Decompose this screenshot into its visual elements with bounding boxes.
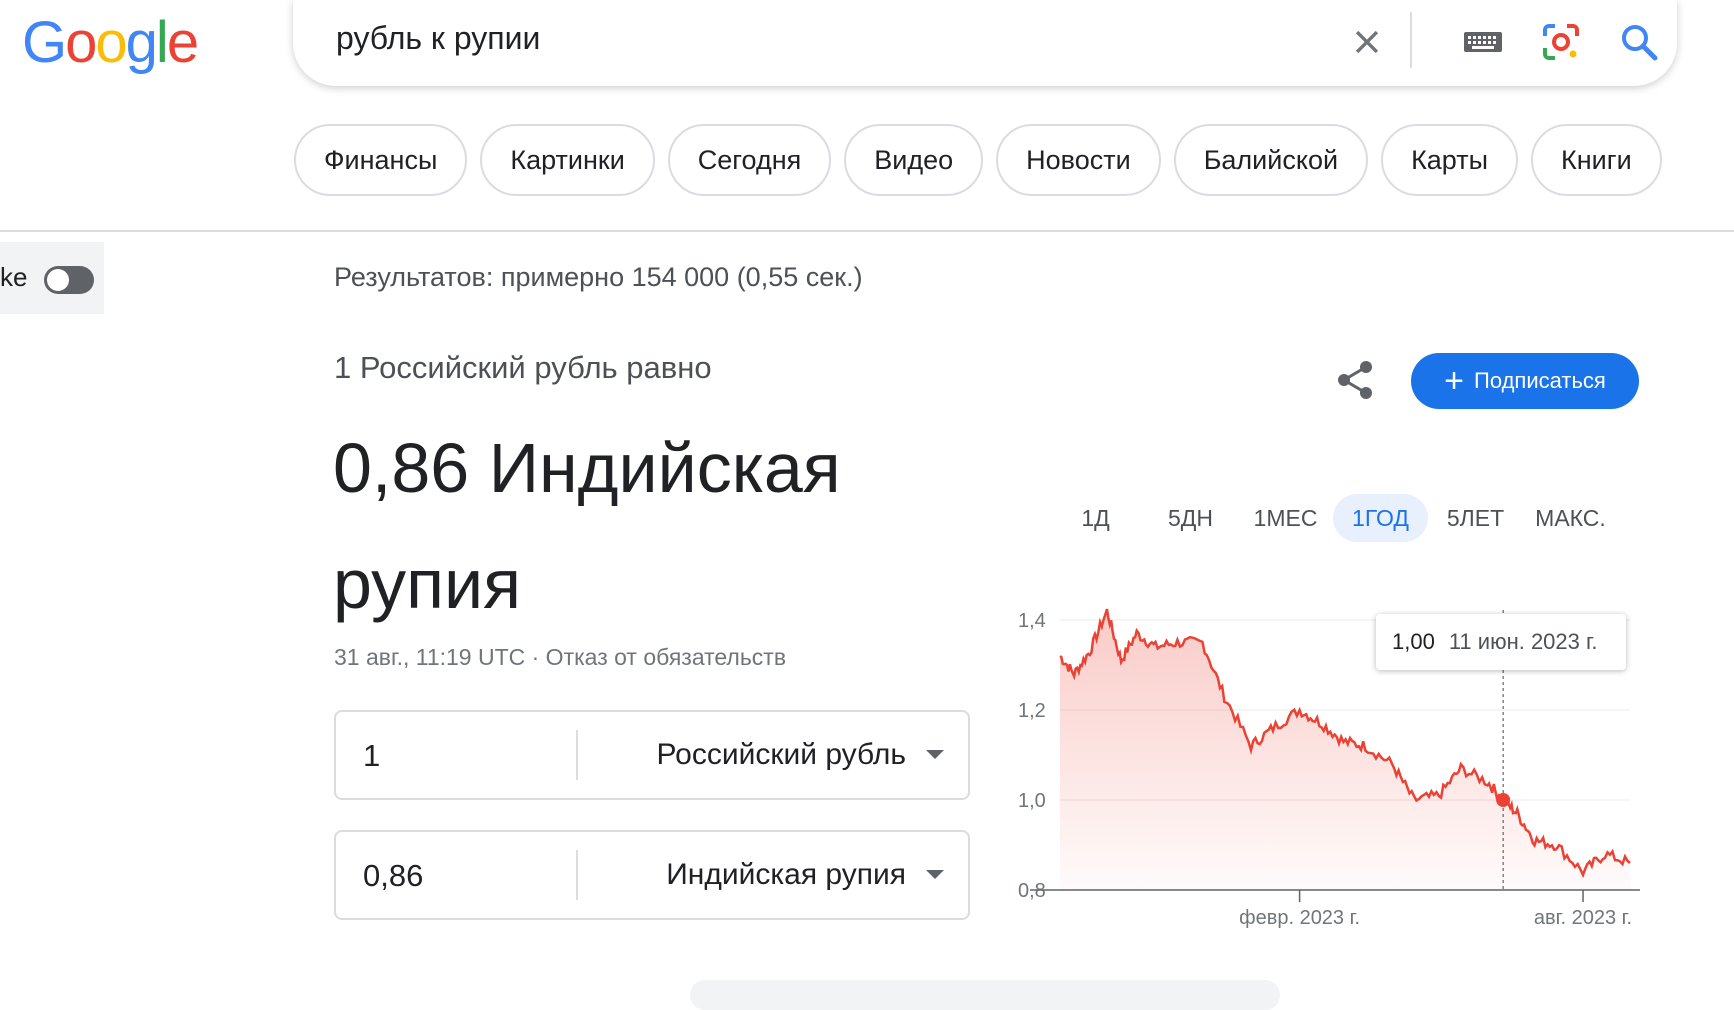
header-divider <box>0 230 1734 232</box>
chip-4[interactable]: Новости <box>996 124 1161 196</box>
range-tab-4[interactable]: 5ЛЕТ <box>1428 494 1523 542</box>
chip-7[interactable]: Книги <box>1531 124 1662 196</box>
conversion-equals-text: 1 Российский рубль равно <box>334 350 712 385</box>
converter-to-row: 0,86 Индийская рупия <box>334 830 970 920</box>
chip-3[interactable]: Видео <box>844 124 984 196</box>
conversion-result: 0,86 Индийская рупия <box>333 429 841 623</box>
share-icon[interactable] <box>1334 358 1378 402</box>
logo-letter: g <box>125 10 158 75</box>
logo-letter: o <box>95 10 127 75</box>
keyboard-icon[interactable] <box>1459 18 1507 66</box>
y-tick-label: 1,0 <box>1018 790 1046 812</box>
tooltip-value: 1,00 <box>1392 629 1435 654</box>
subscribe-label: Подписаться <box>1474 368 1606 393</box>
converter-from-row: 1 Российский рубль <box>334 710 970 800</box>
converter-separator <box>576 730 578 780</box>
tooltip-date: 11 июн. 2023 г. <box>1448 629 1598 654</box>
range-tab-1[interactable]: 5ДН <box>1143 494 1238 542</box>
toggle-label: ke <box>0 262 28 292</box>
safesearch-toggle-block: ke <box>0 242 104 314</box>
dropdown-caret-icon[interactable] <box>926 870 944 879</box>
range-tab-3[interactable]: 1ГОД <box>1333 494 1428 542</box>
hover-point <box>1496 793 1511 807</box>
plus-icon: + <box>1444 362 1465 400</box>
range-tab-0[interactable]: 1Д <box>1048 494 1143 542</box>
google-lens-icon[interactable] <box>1537 18 1585 66</box>
y-tick-label: 1,4 <box>1018 610 1046 632</box>
search-filter-chips: Финансы Картинки Сегодня Видео Новости Балийс… <box>294 124 1662 196</box>
chip-1[interactable]: Картинки <box>480 124 655 196</box>
chip-5[interactable]: Балийской <box>1173 124 1369 196</box>
x-tick-label: февр. 2023 г. <box>1239 907 1360 929</box>
search-input[interactable]: рубль к рупии <box>336 20 540 57</box>
y-tick-label: 1,2 <box>1018 700 1046 722</box>
to-amount-input[interactable]: 0,86 <box>363 858 423 894</box>
dropdown-caret-icon[interactable] <box>926 750 944 759</box>
range-tab-5[interactable]: МАКС. <box>1523 494 1618 542</box>
converter-separator <box>576 850 578 900</box>
search-divider <box>1410 12 1412 68</box>
search-icon[interactable] <box>1615 18 1663 66</box>
subscribe-button[interactable]: + Подписаться <box>1411 353 1639 409</box>
x-tick-label: авг. 2023 г. <box>1534 907 1632 929</box>
from-amount-input[interactable]: 1 <box>363 738 380 774</box>
toggle-knob <box>47 269 69 291</box>
logo-letter: e <box>166 10 199 75</box>
logo-letter: l <box>155 10 169 75</box>
clear-icon[interactable] <box>1343 18 1391 66</box>
search-box[interactable]: рубль к рупии <box>293 0 1677 86</box>
range-tab-2[interactable]: 1МЕС <box>1238 494 1333 542</box>
conversion-meta: 31 авг., 11:19 UTC · Отказ от обязательс… <box>334 644 787 670</box>
toggle-switch[interactable] <box>44 266 94 294</box>
result-stats: Результатов: примерно 154 000 (0,55 сек.… <box>334 262 863 292</box>
chip-2[interactable]: Сегодня <box>667 124 832 196</box>
google-logo[interactable]: Google <box>22 8 199 78</box>
y-tick-label: 0,8 <box>1018 880 1046 902</box>
chart-tooltip: 1,00 11 июн. 2023 г. <box>1376 614 1626 670</box>
to-currency-select[interactable]: Индийская рупия <box>666 858 906 892</box>
logo-letter: G <box>22 10 67 75</box>
logo-letter: o <box>65 10 97 75</box>
chart-range-tabs: 1Д 5ДН 1МЕС 1ГОД 5ЛЕТ МАКС. <box>1048 494 1618 542</box>
chip-6[interactable]: Карты <box>1381 124 1519 196</box>
more-results-pill[interactable] <box>690 980 1280 1010</box>
from-currency-select[interactable]: Российский рубль <box>656 738 906 772</box>
chip-0[interactable]: Финансы <box>294 124 468 196</box>
